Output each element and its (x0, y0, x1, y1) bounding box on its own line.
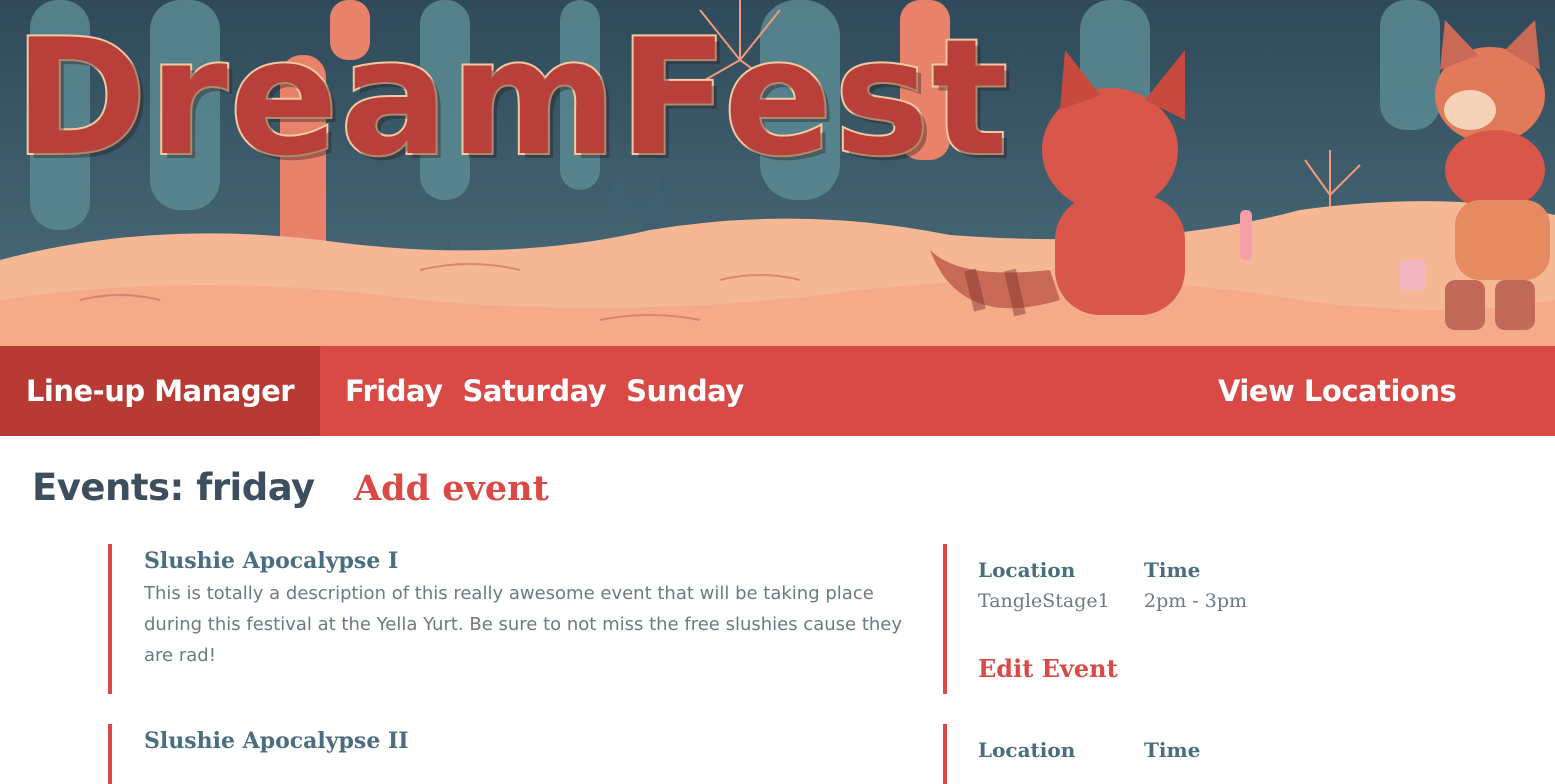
event-meta-grid: Location TangleStage1 Time 2pm - 3pm (978, 544, 1343, 612)
day-tabs: Friday Saturday Sunday (345, 346, 744, 436)
event-info: Slushie Apocalypse I This is totally a d… (108, 544, 912, 694)
event-info: Slushie Apocalypse II (108, 724, 912, 784)
tab-friday[interactable]: Friday (345, 374, 443, 408)
nav-lineup-manager[interactable]: Line-up Manager (0, 346, 320, 436)
main-nav: Line-up Manager Friday Saturday Sunday V… (0, 346, 1555, 436)
time-value: 2pm - 3pm (1144, 590, 1248, 612)
page-title: Events: friday (32, 466, 315, 509)
site-logo: DreamFest (12, 4, 1010, 191)
event-meta: Location Time (943, 724, 1343, 784)
nav-view-locations[interactable]: View Locations (1218, 346, 1457, 436)
add-event-link[interactable]: Add event (354, 468, 549, 509)
location-value: TangleStage1 (978, 590, 1110, 612)
event-title[interactable]: Slushie Apocalypse II (144, 728, 912, 754)
hero-banner: DreamFest (0, 0, 1555, 346)
time-label: Time (1144, 558, 1201, 582)
location-label: Location (978, 738, 1076, 762)
event-title[interactable]: Slushie Apocalypse I (144, 548, 912, 574)
event-meta: Location TangleStage1 Time 2pm - 3pm Edi… (943, 544, 1343, 694)
tab-sunday[interactable]: Sunday (626, 374, 744, 408)
location-label: Location (978, 558, 1076, 582)
time-label: Time (1144, 738, 1201, 762)
event-description: This is totally a description of this re… (144, 583, 903, 666)
event-row: Slushie Apocalypse I This is totally a d… (0, 544, 1555, 694)
tab-saturday[interactable]: Saturday (463, 374, 607, 408)
edit-event-link[interactable]: Edit Event (978, 654, 1118, 683)
event-row: Slushie Apocalypse II Location Time (0, 724, 1555, 784)
event-meta-grid: Location Time (978, 724, 1343, 762)
